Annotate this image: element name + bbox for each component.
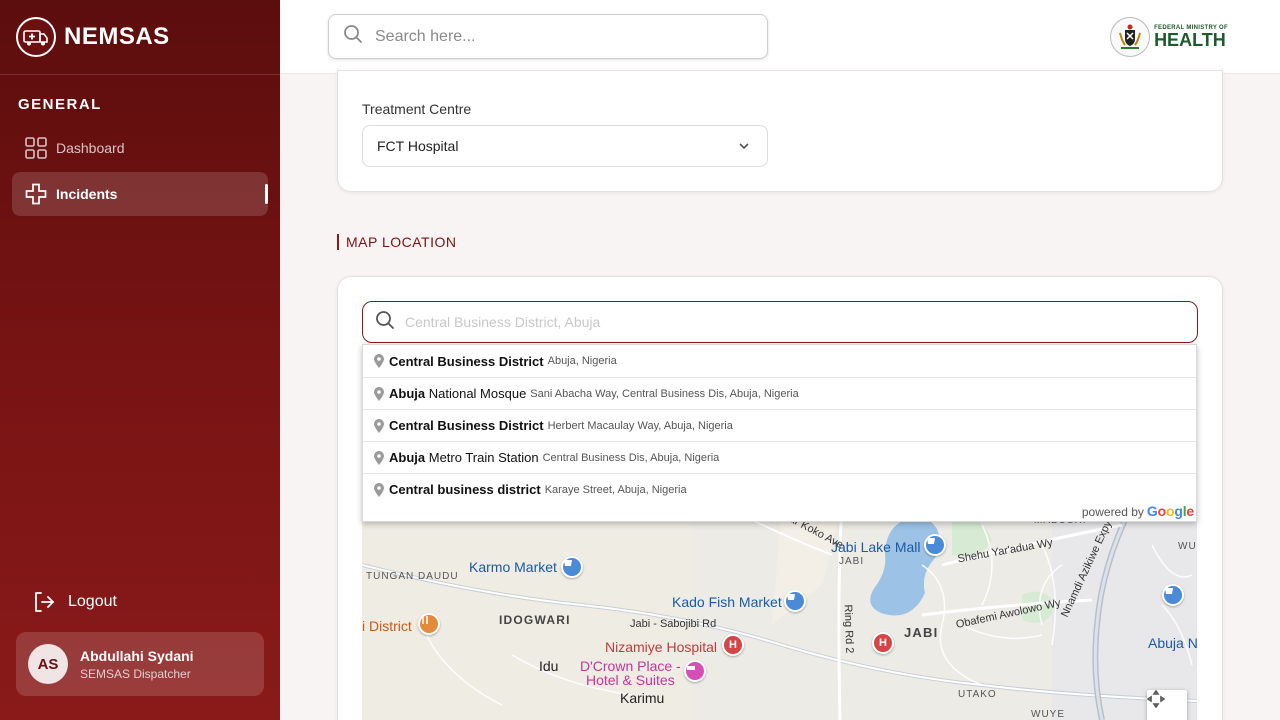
sidebar-item-dashboard[interactable]: Dashboard — [12, 126, 268, 170]
location-pin-icon — [369, 481, 389, 499]
powered-by-label: powered by — [1081, 505, 1144, 519]
location-pin-icon — [369, 449, 389, 467]
brand-divider — [0, 74, 280, 75]
sidebar-item-incidents[interactable]: Incidents — [12, 172, 268, 216]
location-pin-icon — [369, 385, 389, 403]
top-header: FEDERAL MINISTRY OF HEALTH — [280, 0, 1280, 74]
map-label-ring-rd-2: Ring Rd 2 — [841, 604, 856, 654]
autocomplete-item[interactable]: Abuja National Mosque Sani Abacha Way, C… — [363, 377, 1196, 409]
map-label-idu: Idu — [539, 658, 559, 674]
restaurant-pin-icon[interactable] — [418, 613, 440, 635]
autocomplete-item[interactable]: Central business district Karaye Street,… — [363, 473, 1196, 505]
map-label-jabi-sabojibi-rd: Jabi - Sabojibi Rd — [630, 618, 717, 630]
ministry-text: FEDERAL MINISTRY OF HEALTH — [1154, 25, 1228, 49]
autocomplete-dropdown: Central Business District Abuja, Nigeria… — [362, 344, 1197, 522]
coat-of-arms-icon — [1110, 17, 1151, 57]
map-label-karimu: Karimu — [620, 690, 665, 706]
map-search-box[interactable] — [362, 301, 1198, 343]
brand[interactable]: NEMSAS — [16, 16, 170, 58]
suggestion-secondary: Karaye Street, Abuja, Nigeria — [544, 483, 687, 496]
suggestion-bold: Abuja — [389, 386, 426, 401]
suggestion-secondary: Sani Abacha Way, Central Business Dis, A… — [530, 387, 799, 400]
map-label-jabi-small: JABI — [839, 556, 865, 567]
suggestion-bold: Central Business District — [389, 353, 544, 369]
brand-name: NEMSAS — [64, 23, 170, 50]
avatar: AS — [28, 644, 68, 684]
shopping-pin-icon[interactable] — [784, 590, 806, 612]
hotel-pin-icon[interactable] — [684, 660, 706, 682]
search-icon — [343, 24, 363, 49]
medical-cross-icon — [24, 182, 48, 206]
hospital-pin-icon[interactable]: H — [722, 634, 744, 656]
autocomplete-item[interactable]: Central Business District Abuja, Nigeria — [363, 345, 1196, 377]
map-label-tungan-daudu: TUNGAN DAUDU — [366, 571, 459, 582]
map-search-input[interactable] — [405, 314, 1165, 330]
grid-icon — [24, 136, 48, 160]
suggestion-secondary: Herbert Macaulay Way, Abuja, Nigeria — [547, 419, 733, 432]
autocomplete-item[interactable]: Abuja Metro Train Station Central Busine… — [363, 441, 1196, 473]
global-search[interactable] — [328, 14, 768, 59]
chevron-down-icon — [737, 139, 751, 153]
user-role: SEMSAS Dispatcher — [80, 666, 191, 681]
user-meta: Abdullahi Sydani SEMSAS Dispatcher — [80, 648, 194, 681]
map-label-idogwari: IDOGWARI — [499, 613, 571, 627]
suggestion-bold: Central business district — [389, 482, 541, 497]
location-pin-icon — [369, 352, 389, 370]
shopping-pin-icon[interactable] — [561, 556, 583, 578]
hospital-pin-icon[interactable]: H — [872, 632, 894, 654]
treatment-centre-label: Treatment Centre — [362, 101, 472, 117]
map-label-dcrown-line-2: Hotel & Suites — [585, 672, 675, 688]
sidebar-section-title: GENERAL — [18, 96, 102, 113]
autocomplete-item[interactable]: Central Business District Herbert Macaul… — [363, 409, 1196, 441]
fullscreen-button[interactable] — [1147, 690, 1187, 720]
user-name: Abdullahi Sydani — [80, 647, 194, 664]
logout-button[interactable]: Logout — [32, 590, 117, 614]
suggestion-bold: Abuja — [389, 450, 426, 465]
suggestion-secondary: Abuja, Nigeria — [547, 355, 617, 367]
map-label-karmo-market[interactable]: Karmo Market — [469, 559, 557, 575]
powered-by-google: powered by Google — [1082, 503, 1194, 519]
map-label-dcrown-place[interactable]: D'Crown Place - Hotel & Suites — [580, 659, 681, 687]
map-label-abuja-n: Abuja N — [1148, 635, 1197, 651]
shopping-pin-icon[interactable] — [924, 534, 946, 556]
logout-label: Logout — [68, 593, 117, 610]
ministry-of-health-logo: FEDERAL MINISTRY OF HEALTH — [1110, 17, 1228, 57]
map-location-title: MAP LOCATION — [337, 234, 457, 250]
map-label-jabi-big: JABI — [904, 625, 939, 640]
location-pin-icon — [369, 417, 389, 435]
treatment-centre-value: FCT Hospital — [377, 138, 459, 154]
map-label-wus: WUS — [1178, 541, 1197, 552]
suggestion-rest: Metro Train Station — [425, 450, 539, 465]
map-label-nizamiye-hospital[interactable]: Nizamiye Hospital — [605, 639, 717, 655]
map-label-utako: UTAKO — [958, 689, 997, 700]
map-view[interactable]: Karmo Market TUNGAN DAUDU i District IDO… — [362, 505, 1197, 720]
suggestion-secondary: Central Business Dis, Abuja, Nigeria — [542, 451, 720, 464]
ambulance-logo-icon — [16, 17, 56, 57]
shopping-pin-icon[interactable] — [1162, 584, 1184, 606]
map-label-wuye: WUYE — [1031, 709, 1065, 720]
suggestion-bold: Central Business District — [389, 418, 544, 433]
ministry-line-2: HEALTH — [1154, 30, 1226, 50]
search-icon — [375, 310, 395, 335]
sidebar-item-label: Dashboard — [56, 140, 125, 156]
sidebar: NEMSAS GENERAL Dashboard Incidents Logou… — [0, 0, 280, 720]
map-label-district-partial: i District — [362, 618, 412, 634]
logout-icon — [32, 590, 56, 614]
map-label-kado-fish-market[interactable]: Kado Fish Market — [672, 594, 782, 610]
google-logo: Google — [1146, 503, 1194, 519]
treatment-centre-select[interactable]: FCT Hospital — [362, 125, 768, 167]
map-label-dcrown-line-1: D'Crown Place - — [580, 658, 681, 674]
suggestion-rest: National Mosque — [425, 386, 527, 401]
user-card[interactable]: AS Abdullahi Sydani SEMSAS Dispatcher — [16, 632, 264, 696]
search-input[interactable] — [375, 27, 735, 46]
sidebar-item-label: Incidents — [56, 186, 118, 202]
